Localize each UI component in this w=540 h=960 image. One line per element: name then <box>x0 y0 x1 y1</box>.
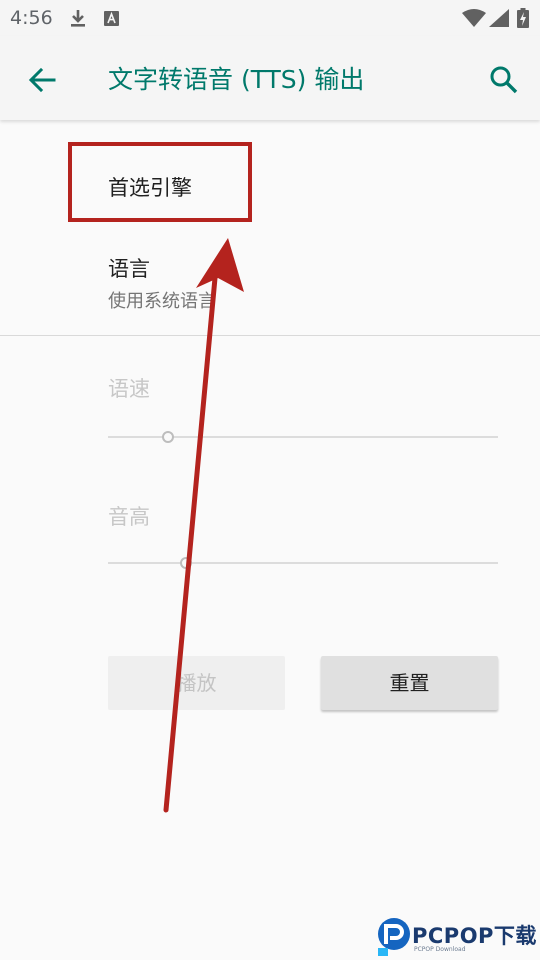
section-divider <box>0 335 540 336</box>
signal-icon <box>489 9 509 27</box>
preferred-engine-title: 首选引擎 <box>108 176 192 200</box>
search-button[interactable] <box>486 62 522 98</box>
watermark-subtext: PCPOP Download <box>414 946 466 953</box>
language-item[interactable]: 语言 使用系统语言 <box>0 240 540 328</box>
watermark-logo: PCPOP下载 PCPOP Download <box>372 912 540 960</box>
wifi-icon <box>462 9 486 27</box>
status-bar: 4:56 <box>0 0 540 36</box>
status-time: 4:56 <box>10 7 53 29</box>
pitch-label: 音高 <box>108 505 150 529</box>
watermark-logo-icon <box>378 918 410 956</box>
back-button[interactable] <box>24 62 60 98</box>
arrow-back-icon <box>28 67 56 93</box>
page-title: 文字转语音 (TTS) 输出 <box>108 65 365 94</box>
download-icon <box>71 10 85 27</box>
app-bar: 文字转语音 (TTS) 输出 <box>0 36 540 120</box>
search-icon <box>490 66 518 94</box>
reset-button[interactable]: 重置 <box>321 656 498 710</box>
speech-rate-thumb[interactable] <box>162 431 174 443</box>
speech-rate-label: 语速 <box>108 377 150 401</box>
pitch-thumb[interactable] <box>180 557 192 569</box>
app-notification-icon <box>104 11 119 26</box>
language-summary: 使用系统语言 <box>108 291 216 312</box>
battery-charging-icon <box>517 8 529 28</box>
language-title: 语言 <box>108 257 150 281</box>
pitch-slider[interactable] <box>108 562 498 564</box>
preferred-engine-item[interactable]: 首选引擎 <box>0 142 540 226</box>
play-button[interactable]: 播放 <box>108 656 285 710</box>
